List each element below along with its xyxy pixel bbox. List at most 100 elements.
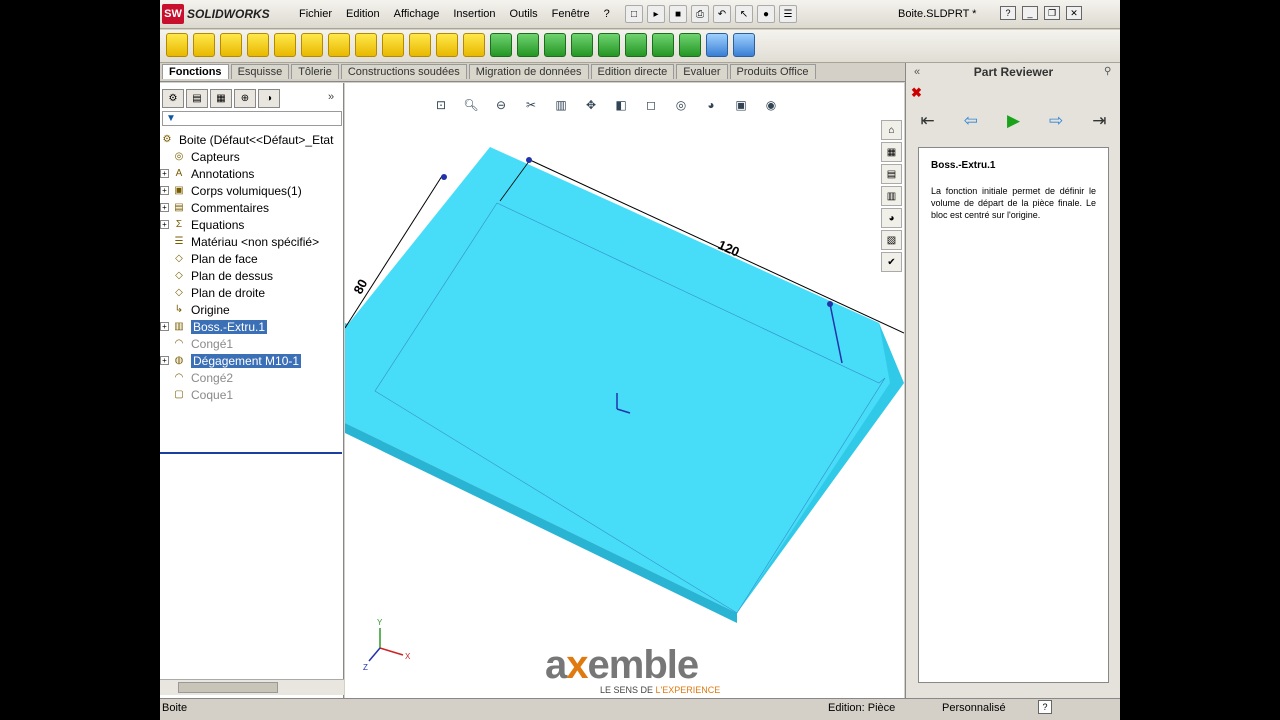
propertymanager-tab-icon[interactable]: ▤ [186, 89, 208, 108]
instant3d-icon[interactable] [733, 33, 755, 57]
reference-geometry-icon[interactable] [679, 33, 701, 57]
curves-icon[interactable] [706, 33, 728, 57]
tree-item[interactable]: ↳ Origine [160, 301, 344, 318]
status-units[interactable]: Personnalisé [942, 702, 1006, 714]
expand-toggle-icon[interactable]: + [160, 356, 169, 365]
linear-pattern-icon[interactable] [490, 33, 512, 57]
menu-help[interactable]: ? [597, 8, 617, 20]
restore-viewport-icon[interactable]: ❐ [845, 83, 856, 84]
previous-step-icon[interactable]: ⇦ [964, 111, 978, 131]
tab-edition-directe[interactable]: Edition directe [590, 64, 675, 79]
menu-outils[interactable]: Outils [503, 8, 545, 20]
tree-item[interactable]: ◠ Congé1 [160, 335, 344, 352]
expand-toggle-icon[interactable]: + [160, 169, 169, 178]
restore-icon[interactable]: ❐ [1044, 6, 1060, 20]
tree-filter[interactable]: ▼ [162, 111, 342, 126]
extrude-cut-icon[interactable] [301, 33, 323, 57]
loft-boss-icon[interactable] [247, 33, 269, 57]
status-help-icon[interactable]: ? [1038, 700, 1052, 714]
graphics-area[interactable]: ⊡ 🔍︎ ⊖ ✂ ▥ ✥ ◧ ◻ ◎ ◕ ▣ ◉ 120 80 Y X Z ⌂ … [345, 83, 904, 698]
boundary-cut-icon[interactable] [436, 33, 458, 57]
lofted-cut-icon[interactable] [409, 33, 431, 57]
new-doc-icon[interactable]: □ [625, 5, 643, 23]
tree-item[interactable]: ◇ Plan de face [160, 250, 344, 267]
tab-esquisse[interactable]: Esquisse [230, 64, 290, 79]
swept-cut-icon[interactable] [382, 33, 404, 57]
dimxpert-tab-icon[interactable]: ⊕ [234, 89, 256, 108]
close-viewport-icon[interactable]: ✕ [866, 83, 876, 84]
tab-tolerie[interactable]: Tôlerie [291, 64, 339, 79]
select-icon[interactable]: ↖ [735, 5, 753, 23]
minimize-icon[interactable]: _ [1022, 6, 1038, 20]
mirror-icon[interactable] [652, 33, 674, 57]
undo-icon[interactable]: ↶ [713, 5, 731, 23]
tree-item[interactable]: + Σ Equations [160, 216, 344, 233]
close-reviewer-icon[interactable]: ✖ [911, 85, 922, 101]
tree-item[interactable]: + A Annotations [160, 165, 344, 182]
sweep-boss-icon[interactable] [220, 33, 242, 57]
fillet-icon[interactable] [463, 33, 485, 57]
help-icon[interactable]: ? [1000, 6, 1016, 20]
tree-item[interactable]: + ▤ Commentaires [160, 199, 344, 216]
menu-fichier[interactable]: Fichier [292, 8, 339, 20]
tab-constructions-soudees[interactable]: Constructions soudées [340, 64, 467, 79]
options-icon[interactable]: ☰ [779, 5, 797, 23]
tree-item[interactable]: + ▥ Boss.-Extru.1 [160, 318, 344, 335]
menu-insertion[interactable]: Insertion [446, 8, 502, 20]
revolve-cut-icon[interactable] [355, 33, 377, 57]
rib-icon[interactable] [517, 33, 539, 57]
draft-icon[interactable] [544, 33, 566, 57]
tab-migration-donnees[interactable]: Migration de données [468, 64, 589, 79]
custom-properties-icon[interactable]: ▧ [881, 230, 902, 250]
tab-fonctions[interactable]: Fonctions [162, 64, 229, 79]
tree-item[interactable]: ▢ Coque1 [160, 386, 344, 403]
expand-toggle-icon[interactable]: + [160, 322, 169, 331]
tree-item[interactable]: + ◍ Dégagement M10-1 [160, 352, 344, 369]
tree-item[interactable]: ◇ Plan de droite [160, 284, 344, 301]
first-step-icon[interactable]: ⇤ [920, 111, 934, 131]
next-step-icon[interactable]: ⇨ [1049, 111, 1063, 131]
view-palette-icon[interactable]: ▥ [881, 186, 902, 206]
expand-icon[interactable]: » [328, 91, 334, 103]
rebuild-icon[interactable]: ● [757, 5, 775, 23]
tree-item[interactable]: ◎ Capteurs [160, 148, 344, 165]
tab-produits-office[interactable]: Produits Office [729, 64, 816, 79]
part-reviewer-icon[interactable]: ✔ [881, 252, 902, 272]
wrap-icon[interactable] [598, 33, 620, 57]
expand-toggle-icon[interactable]: + [160, 220, 169, 229]
scroll-thumb[interactable] [178, 682, 278, 693]
save-icon[interactable]: ■ [669, 5, 687, 23]
tree-root[interactable]: ⚙ Boite (Défaut<<Défaut>_Etat [160, 131, 344, 148]
file-explorer-icon[interactable]: ▤ [881, 164, 902, 184]
close-icon[interactable]: ✕ [1066, 6, 1082, 20]
appearances-icon[interactable]: ◕ [881, 208, 902, 228]
menu-fenetre[interactable]: Fenêtre [545, 8, 597, 20]
tree-item[interactable]: + ▣ Corps volumiques(1) [160, 182, 344, 199]
expand-toggle-icon[interactable]: + [160, 186, 169, 195]
play-icon[interactable]: ▶ [1007, 111, 1020, 131]
featuremanager-tab-icon[interactable]: ⚙ [162, 89, 184, 108]
expand-toggle-icon[interactable]: + [160, 203, 169, 212]
revolve-boss-icon[interactable] [193, 33, 215, 57]
menu-edition[interactable]: Edition [339, 8, 387, 20]
last-step-icon[interactable]: ⇥ [1092, 111, 1106, 131]
tree-item[interactable]: ◇ Plan de dessus [160, 267, 344, 284]
boundary-boss-icon[interactable] [274, 33, 296, 57]
tab-evaluer[interactable]: Evaluer [676, 64, 728, 79]
tree-item[interactable]: ☰ Matériau <non spécifié> [160, 233, 344, 250]
menu-affichage[interactable]: Affichage [387, 8, 447, 20]
tree-item[interactable]: ◠ Congé2 [160, 369, 344, 386]
resources-icon[interactable]: ⌂ [881, 120, 902, 140]
configuration-tab-icon[interactable]: ▦ [210, 89, 232, 108]
intersect-icon[interactable] [625, 33, 647, 57]
shell-icon[interactable] [571, 33, 593, 57]
print-icon[interactable]: ⎙ [691, 5, 709, 23]
extrude-boss-icon[interactable] [166, 33, 188, 57]
design-library-icon[interactable]: ▦ [881, 142, 902, 162]
hole-wizard-icon[interactable] [328, 33, 350, 57]
pin-icon[interactable]: ⚲ [1104, 66, 1111, 77]
horizontal-scrollbar[interactable] [160, 679, 344, 695]
solidworks-logo[interactable]: SW SOLIDWORKS [162, 4, 272, 24]
open-icon[interactable]: ▸ [647, 5, 665, 23]
display-manager-tab-icon[interactable]: ◑ [258, 89, 280, 108]
